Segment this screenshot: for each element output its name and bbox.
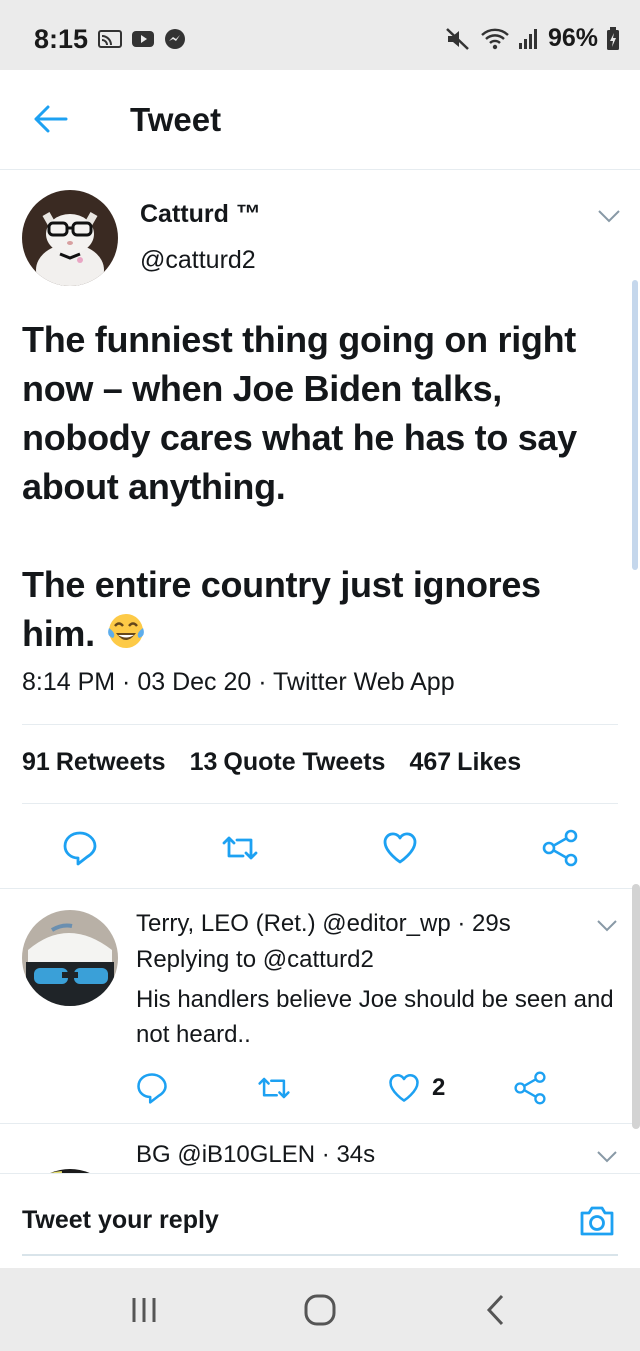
reply-time: · 34s <box>321 1141 376 1168</box>
reply-item[interactable]: BG @iB10GLEN · 34s <box>0 1123 640 1173</box>
reply-icon[interactable] <box>134 1070 170 1106</box>
wifi-icon <box>481 28 509 49</box>
chevron-down-icon[interactable] <box>596 1149 618 1163</box>
tweet-stats: 91 Retweets 13 Quote Tweets 467 Likes <box>22 748 521 777</box>
cast-icon <box>98 30 122 48</box>
system-nav-bar <box>0 1268 640 1351</box>
tweet-body: The funniest thing going on right now – … <box>22 319 577 654</box>
share-icon[interactable] <box>540 828 580 868</box>
input-underline <box>22 1254 618 1256</box>
retweets-stat[interactable]: 91 Retweets <box>22 748 166 777</box>
retweet-icon[interactable] <box>220 828 260 868</box>
reply-composer: Tweet your reply <box>0 1173 640 1268</box>
likes-count: 467 <box>409 748 452 776</box>
author-handle[interactable]: @catturd2 <box>140 246 256 275</box>
tweet-actions <box>0 822 640 872</box>
notification-icons <box>98 28 186 50</box>
signal-icon <box>518 28 537 49</box>
back-icon[interactable] <box>476 1292 516 1328</box>
reply-author-name[interactable]: Terry, LEO (Ret.) <box>136 910 316 937</box>
reply-input[interactable]: Tweet your reply <box>22 1206 219 1235</box>
divider <box>22 803 618 804</box>
reply-like-count: 2 <box>432 1074 446 1101</box>
man-in-cap-avatar <box>22 910 118 1006</box>
reply-author-handle[interactable]: @editor_wp <box>322 910 450 937</box>
reply-time: · 29s <box>457 910 511 937</box>
reply-icon[interactable] <box>60 828 100 868</box>
author-name[interactable]: Catturd ™ <box>140 200 261 229</box>
cat-with-glasses-avatar <box>22 190 118 286</box>
status-time: 8:15 <box>34 24 89 54</box>
share-icon[interactable] <box>512 1070 548 1106</box>
quote-tweets-count: 13 <box>189 748 218 776</box>
back-arrow-icon[interactable] <box>32 104 68 134</box>
reply-item[interactable]: Terry, LEO (Ret.) @editor_wp · 29s Reply… <box>0 888 640 1123</box>
scrollbar[interactable] <box>632 884 640 1129</box>
camera-icon[interactable] <box>578 1202 616 1240</box>
likes-stat[interactable]: 467 Likes <box>409 748 521 777</box>
reply-author-handle[interactable]: @iB10GLEN <box>177 1141 315 1168</box>
quote-tweets-stat[interactable]: 13 Quote Tweets <box>190 748 386 777</box>
reply-header: BG @iB10GLEN · 34s <box>136 1141 375 1169</box>
tweet-text: The funniest thing going on right now – … <box>22 315 622 658</box>
reply-avatar[interactable] <box>22 1145 118 1173</box>
recent-apps-icon[interactable] <box>124 1292 164 1328</box>
battery-charging-icon <box>607 26 619 50</box>
home-icon[interactable] <box>300 1292 340 1328</box>
messenger-icon <box>165 29 185 49</box>
reply-author-name[interactable]: BG <box>136 1141 171 1168</box>
page-title: Tweet <box>130 101 222 138</box>
youtube-icon <box>132 31 154 47</box>
battery-percent: 96% <box>547 24 598 52</box>
quote-tweets-label: Quote Tweets <box>223 748 386 776</box>
divider <box>22 724 618 725</box>
top-app-bar: Tweet <box>0 70 640 170</box>
face-with-tears-of-joy-icon <box>107 614 144 648</box>
retweet-icon[interactable] <box>256 1070 292 1106</box>
status-bar: 8:15 96% <box>0 0 640 70</box>
retweets-label: Retweets <box>55 748 166 776</box>
reply-avatar[interactable] <box>22 910 118 1006</box>
tweet-meta: 8:14 PM · 03 Dec 20 · Twitter Web App <box>22 668 455 696</box>
likes-label: Likes <box>457 748 522 776</box>
avatar[interactable] <box>22 190 118 286</box>
scrollbar[interactable] <box>632 280 638 570</box>
replying-to[interactable]: Replying to @catturd2 <box>136 946 374 974</box>
mute-icon <box>446 27 469 50</box>
retweets-count: 91 <box>22 748 50 776</box>
user-avatar <box>22 1145 118 1173</box>
status-right: 96% <box>444 24 620 53</box>
chevron-down-icon[interactable] <box>596 918 618 932</box>
like-heart-icon[interactable] <box>386 1070 422 1106</box>
chevron-down-icon[interactable] <box>597 208 621 224</box>
reply-header: Terry, LEO (Ret.) @editor_wp · 29s <box>136 910 511 938</box>
reply-text: His handlers believe Joe should be seen … <box>136 986 614 1048</box>
like-heart-icon[interactable] <box>380 828 420 868</box>
